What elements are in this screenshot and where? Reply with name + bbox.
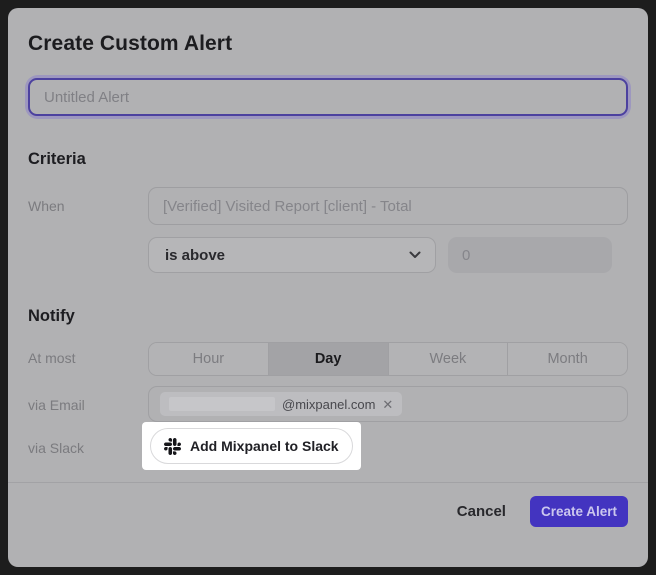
at-most-label: At most	[28, 342, 148, 366]
slack-button-spotlight: Add Mixpanel to Slack	[142, 422, 361, 470]
frequency-option-hour[interactable]: Hour	[149, 343, 268, 375]
chip-close-icon[interactable]: ✕	[382, 398, 393, 411]
frequency-option-week[interactable]: Week	[388, 343, 508, 375]
slack-button-label: Add Mixpanel to Slack	[190, 438, 339, 454]
frequency-row: At most Hour Day Week Month	[28, 342, 628, 376]
alert-name-input[interactable]	[28, 78, 628, 116]
condition-row: is above	[28, 237, 628, 273]
criteria-heading: Criteria	[28, 150, 628, 169]
slack-icon	[164, 438, 181, 455]
event-input[interactable]	[148, 187, 628, 225]
email-recipients-input[interactable]: @mixpanel.com ✕	[148, 386, 628, 422]
notify-heading: Notify	[28, 307, 628, 326]
slack-row: via Slack	[28, 422, 628, 470]
operator-selected-value: is above	[165, 247, 225, 264]
add-mixpanel-to-slack-button[interactable]: Add Mixpanel to Slack	[150, 428, 353, 464]
email-domain-text: @mixpanel.com	[282, 397, 375, 412]
when-row: When	[28, 187, 628, 225]
modal-title: Create Custom Alert	[28, 32, 628, 56]
email-row: via Email @mixpanel.com ✕	[28, 386, 628, 422]
threshold-input[interactable]	[448, 237, 612, 273]
alert-name-field-focus-ring	[28, 78, 628, 116]
cancel-button[interactable]: Cancel	[455, 497, 508, 526]
operator-dropdown[interactable]: is above	[148, 237, 436, 273]
via-slack-label: via Slack	[28, 422, 148, 456]
email-recipient-chip: @mixpanel.com ✕	[160, 392, 402, 416]
via-email-label: via Email	[28, 386, 148, 413]
redacted-email-name	[169, 397, 275, 411]
frequency-segmented-control: Hour Day Week Month	[148, 342, 628, 376]
chevron-down-icon	[409, 246, 421, 264]
create-custom-alert-modal: Create Custom Alert Criteria When is abo…	[8, 8, 648, 567]
frequency-option-day[interactable]: Day	[268, 343, 388, 375]
when-label: When	[28, 187, 148, 214]
create-alert-button[interactable]: Create Alert	[530, 496, 628, 527]
frequency-option-month[interactable]: Month	[507, 343, 627, 375]
modal-footer: Cancel Create Alert	[8, 483, 648, 527]
